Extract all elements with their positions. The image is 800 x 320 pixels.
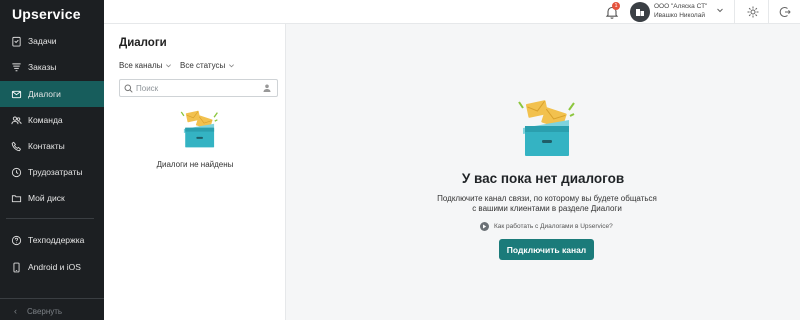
top-bar: 1 ООО "Аляска СТ" Ивашко Николай [104, 0, 800, 24]
search-input[interactable] [136, 81, 256, 95]
sidebar-item-label: Техподдержка [28, 235, 85, 245]
sidebar-item-contacts[interactable]: Контакты [0, 133, 104, 159]
clock-icon [10, 166, 22, 178]
sidebar-item-mobile-apps[interactable]: Android и iOS [0, 254, 104, 280]
sidebar-item-label: Трудозатраты [28, 167, 83, 177]
collapse-label: Свернуть [27, 306, 63, 316]
channel-filter-dropdown[interactable]: Все каналы [119, 61, 172, 70]
tasks-icon [10, 35, 22, 47]
mail-icon [10, 88, 22, 100]
logout-icon[interactable] [778, 5, 792, 19]
notification-badge: 1 [612, 2, 620, 10]
chevron-left-icon: ‹ [14, 306, 17, 316]
empty-state-description: Подключите канал связи, по которому вы б… [286, 194, 800, 214]
topbar-separator [768, 0, 769, 24]
play-icon [480, 222, 489, 231]
mobile-icon [10, 261, 22, 273]
help-link-label: Как работать с Диалогами в Upservice? [494, 223, 613, 230]
user-name: Ивашко Николай [654, 12, 705, 19]
orders-funnel-icon [10, 61, 22, 73]
empty-inbox-illustration [180, 110, 218, 148]
sidebar-item-orders[interactable]: Заказы [0, 54, 104, 80]
sidebar-item-label: Задачи [28, 36, 57, 46]
sidebar-item-team[interactable]: Команда [0, 107, 104, 133]
sidebar-divider [6, 218, 94, 219]
empty-inbox-illustration [518, 100, 575, 156]
sidebar-item-my-disk[interactable]: Мой диск [0, 185, 104, 211]
sidebar-item-support[interactable]: Техподдержка [0, 227, 104, 253]
empty-state-title: У вас пока нет диалогов [461, 171, 625, 186]
gear-icon[interactable] [746, 5, 760, 19]
help-circle-icon [10, 234, 22, 246]
help-video-link[interactable]: Как работать с Диалогами в Upservice? [480, 222, 613, 231]
search-box [119, 79, 278, 97]
folder-icon [10, 192, 22, 204]
dialogs-panel: Диалоги Все каналы Все статусы Диалоги н… [104, 24, 286, 320]
org-name: ООО "Аляска СТ" [654, 3, 708, 10]
sidebar-divider [0, 298, 104, 299]
sidebar-item-label: Контакты [28, 141, 65, 151]
sidebar-item-tasks[interactable]: Задачи [0, 28, 104, 54]
org-avatar[interactable] [630, 2, 650, 22]
sidebar-item-label: Заказы [28, 62, 57, 72]
user-filter-icon[interactable] [262, 83, 272, 93]
chevron-down-icon [229, 64, 235, 68]
app-logo[interactable]: Upservice [12, 6, 81, 22]
team-icon [10, 114, 22, 126]
connect-channel-button[interactable]: Подключить канал [499, 239, 594, 260]
chevron-down-icon[interactable] [716, 6, 724, 14]
sidebar-item-timesheets[interactable]: Трудозатраты [0, 159, 104, 185]
status-filter-label: Все статусы [180, 61, 226, 70]
sidebar-item-label: Мой диск [28, 193, 65, 203]
sidebar-item-dialogs[interactable]: Диалоги [0, 81, 104, 107]
collapse-sidebar-button[interactable]: ‹ Свернуть [0, 302, 104, 320]
empty-list-message: Диалоги не найдены [156, 160, 234, 169]
sidebar-item-label: Диалоги [28, 89, 61, 99]
status-filter-dropdown[interactable]: Все статусы [180, 61, 235, 70]
org-switcher[interactable]: ООО "Аляска СТ" Ивашко Николай [654, 2, 707, 20]
description-line: Подключите канал связи, по которому вы б… [437, 194, 657, 203]
panel-title: Диалоги [119, 37, 167, 49]
chevron-down-icon [166, 64, 172, 68]
sidebar: Upservice Задачи Заказы Диалоги Команда … [0, 0, 104, 320]
sidebar-item-label: Android и iOS [28, 262, 81, 272]
main-content: У вас пока нет диалогов Подключите канал… [286, 24, 800, 320]
topbar-separator [734, 0, 735, 24]
sidebar-item-label: Команда [28, 115, 63, 125]
phone-icon [10, 140, 22, 152]
building-icon [636, 9, 644, 16]
channel-filter-label: Все каналы [119, 61, 163, 70]
description-line: с вашими клиентами в разделе Диалоги [472, 204, 622, 213]
search-icon [124, 84, 133, 93]
